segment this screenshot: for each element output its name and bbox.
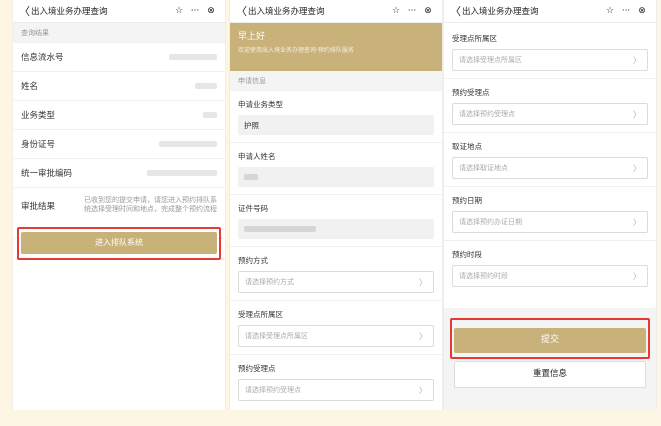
close-icon[interactable]: ⊗	[203, 6, 219, 16]
pickup-label: 取证地点	[452, 142, 482, 151]
nav-title: 出入境业务办理查询	[248, 7, 325, 17]
select-placeholder: 请选择受理点所属区	[245, 332, 308, 340]
select-placeholder: 请选择受理点所属区	[459, 56, 522, 64]
method-label: 预约方式	[238, 256, 268, 265]
star-icon[interactable]: ☆	[388, 6, 404, 16]
chevron-right-icon: 〉	[419, 331, 427, 341]
id-field	[238, 219, 434, 239]
name-label: 申请人姓名	[238, 152, 276, 161]
welcome-text: 欢迎使用出入境业务办理查询·预约排队服务	[238, 47, 354, 54]
nav-bar: 〈 出入境业务办理查询 ☆ ··· ⊗	[230, 0, 442, 23]
row-name: 姓名	[13, 72, 225, 101]
name-field	[238, 167, 434, 187]
screen-query-result: 〈 出入境业务办理查询 ☆ ··· ⊗ 查询结果 信息流水号 姓名 业务类型 身…	[12, 0, 226, 410]
point-label: 预约受理点	[238, 364, 276, 373]
close-icon[interactable]: ⊗	[634, 6, 650, 16]
row-label: 审批结果	[21, 202, 56, 212]
chevron-right-icon: 〉	[633, 271, 641, 281]
row-business-type: 业务类型	[13, 101, 225, 130]
star-icon[interactable]: ☆	[602, 6, 618, 16]
close-icon[interactable]: ⊗	[420, 6, 436, 16]
row-approval-code: 统一审批编码	[13, 159, 225, 188]
nav-title: 出入境业务办理查询	[462, 7, 539, 17]
nav-bar: 〈 出入境业务办理查询 ☆ ··· ⊗	[13, 0, 225, 23]
time-select[interactable]: 请选择预约时段 〉	[452, 265, 648, 287]
business-type-label: 申请业务类型	[238, 100, 283, 109]
screen-appointment-form: 〈 出入境业务办理查询 ☆ ··· ⊗ 受理点所属区 请选择受理点所属区 〉 预…	[443, 0, 657, 410]
more-icon[interactable]: ···	[187, 6, 203, 16]
row-id-number: 身份证号	[13, 130, 225, 159]
row-label: 业务类型	[21, 111, 56, 121]
point-select[interactable]: 请选择预约受理点 〉	[238, 379, 434, 401]
chevron-right-icon: 〉	[633, 163, 641, 173]
select-placeholder: 请选择预约办证日期	[459, 218, 522, 226]
chevron-right-icon: 〉	[419, 385, 427, 395]
row-label: 身份证号	[21, 140, 56, 150]
welcome-banner: 早上好 欢迎使用出入境业务办理查询·预约排队服务	[230, 23, 442, 71]
redacted-value	[244, 226, 316, 232]
reset-button[interactable]: 重置信息	[454, 361, 646, 388]
back-icon[interactable]: 〈	[450, 3, 462, 19]
id-label: 证件号码	[238, 204, 268, 213]
more-icon[interactable]: ···	[618, 6, 634, 16]
select-placeholder: 请选择预约受理点	[245, 386, 301, 394]
date-label: 预约日期	[452, 196, 482, 205]
district-select[interactable]: 请选择受理点所属区 〉	[452, 49, 648, 71]
redacted-value	[203, 112, 217, 118]
redacted-value	[244, 174, 258, 180]
redacted-value	[147, 170, 217, 176]
row-label: 信息流水号	[21, 53, 64, 63]
business-type-field: 护照	[238, 115, 434, 135]
back-icon[interactable]: 〈	[19, 3, 31, 19]
pickup-select[interactable]: 请选择取证地点 〉	[452, 157, 648, 179]
result-text: 已收到您的提交申请，请您进入预约排队系统选择受理时间和地点，完成整个预约流程	[84, 196, 217, 213]
chevron-right-icon: 〉	[419, 277, 427, 287]
nav-bar: 〈 出入境业务办理查询 ☆ ··· ⊗	[444, 0, 656, 23]
row-label: 姓名	[21, 82, 39, 92]
section-header: 申请信息	[230, 71, 442, 91]
district-select[interactable]: 请选择受理点所属区 〉	[238, 325, 434, 347]
date-select[interactable]: 请选择预约办证日期 〉	[452, 211, 648, 233]
highlight-box	[450, 318, 650, 359]
nav-title: 出入境业务办理查询	[31, 7, 108, 17]
chevron-right-icon: 〉	[633, 109, 641, 119]
redacted-value	[159, 141, 217, 147]
row-label: 统一审批编码	[21, 169, 73, 179]
screen-application-form: 〈 出入境业务办理查询 ☆ ··· ⊗ 早上好 欢迎使用出入境业务办理查询·预约…	[229, 0, 443, 410]
section-header: 查询结果	[13, 23, 225, 43]
select-placeholder: 请选择取证地点	[459, 164, 508, 172]
more-icon[interactable]: ···	[404, 6, 420, 16]
redacted-value	[169, 54, 217, 60]
highlight-box	[17, 227, 221, 260]
select-placeholder: 请选择预约受理点	[459, 110, 515, 118]
greeting: 早上好	[238, 32, 266, 42]
district-label: 受理点所属区	[452, 34, 497, 43]
chevron-right-icon: 〉	[633, 217, 641, 227]
select-placeholder: 请选择预约时段	[459, 272, 508, 280]
district-label: 受理点所属区	[238, 310, 283, 319]
select-placeholder: 请选择预约方式	[245, 278, 294, 286]
chevron-right-icon: 〉	[633, 55, 641, 65]
point-label: 预约受理点	[452, 88, 490, 97]
row-serial: 信息流水号	[13, 43, 225, 72]
method-select[interactable]: 请选择预约方式 〉	[238, 271, 434, 293]
back-icon[interactable]: 〈	[236, 3, 248, 19]
star-icon[interactable]: ☆	[171, 6, 187, 16]
point-select[interactable]: 请选择预约受理点 〉	[452, 103, 648, 125]
time-label: 预约时段	[452, 250, 482, 259]
redacted-value	[195, 83, 217, 89]
